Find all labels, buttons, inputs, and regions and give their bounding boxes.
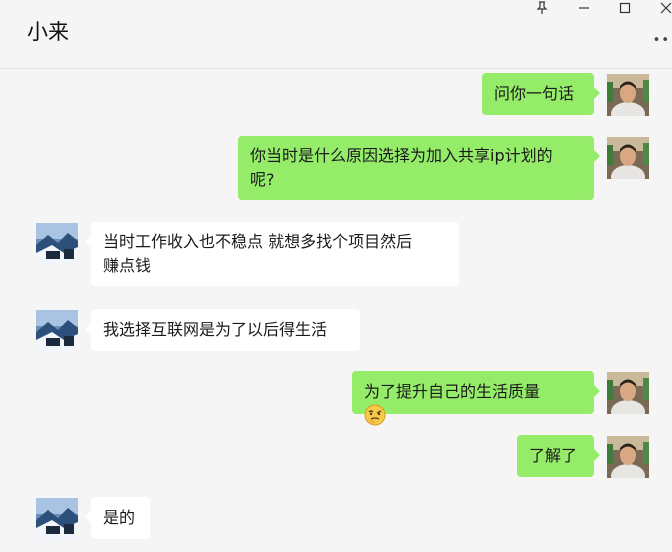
thinking-face-emoji-icon xyxy=(364,404,582,429)
close-icon[interactable] xyxy=(656,0,672,16)
message-text: 呢? xyxy=(250,170,275,189)
message-bubble[interactable]: 了解了 xyxy=(517,435,600,477)
message-text: 问你一句话 xyxy=(494,84,575,103)
message-bubble[interactable]: 你当时是什么原因选择为加入共享ip计划的 呢? xyxy=(238,136,600,200)
contact-avatar[interactable] xyxy=(36,223,78,265)
message-bubble[interactable]: 为了提升自己的生活质量 xyxy=(352,371,600,426)
message-bubble[interactable]: 问你一句话 xyxy=(482,73,600,115)
message-text: 赚点钱 xyxy=(103,256,152,275)
message-bubble[interactable]: 是的 xyxy=(85,497,150,539)
more-dots-icon[interactable]: •• xyxy=(653,33,670,48)
message-text: 是的 xyxy=(103,508,136,527)
message-text: 当时工作收入也不稳点 就想多找个项目然后 xyxy=(103,232,413,251)
my-avatar[interactable] xyxy=(607,372,649,414)
my-avatar[interactable] xyxy=(607,436,649,478)
pin-icon[interactable] xyxy=(532,0,552,16)
message-text: 我选择互联网是为了以后得生活 xyxy=(103,320,328,339)
contact-avatar[interactable] xyxy=(36,498,78,540)
maximize-icon[interactable] xyxy=(615,0,635,16)
message-bubble[interactable]: 我选择互联网是为了以后得生活 xyxy=(85,309,360,351)
message-text: 为了提升自己的生活质量 xyxy=(364,382,541,401)
contact-avatar[interactable] xyxy=(36,310,78,352)
my-avatar[interactable] xyxy=(607,74,649,116)
message-text: 了解了 xyxy=(529,446,578,465)
my-avatar[interactable] xyxy=(607,137,649,179)
minimize-icon[interactable] xyxy=(574,0,594,16)
message-text: 你当时是什么原因选择为加入共享ip计划的 xyxy=(250,146,553,165)
message-bubble[interactable]: 当时工作收入也不稳点 就想多找个项目然后 赚点钱 xyxy=(85,222,459,286)
chat-title: 小来 xyxy=(27,20,69,44)
chat-header: 小来 •• xyxy=(0,0,672,69)
